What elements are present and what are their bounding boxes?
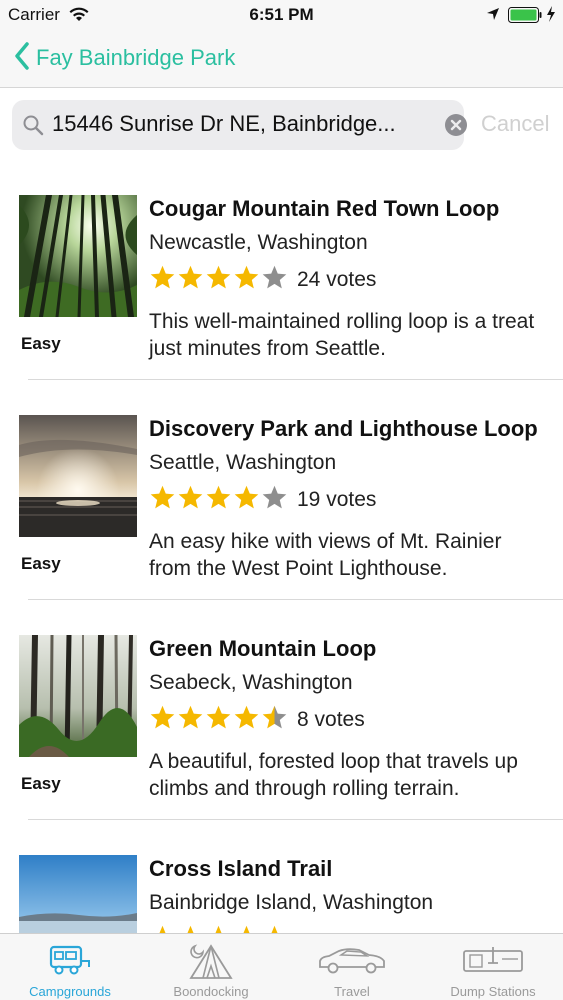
trail-title: Cross Island Trail [149,856,333,881]
trail-location: Bainbridge Island, Washington [149,891,434,914]
star-icon [205,484,233,516]
star-icon [177,264,205,296]
clock: 6:51 PM [249,5,314,24]
cancel-button[interactable]: Cancel [481,111,549,137]
star-icon [261,924,289,933]
trail-title: Green Mountain Loop [149,636,377,661]
status-bar: Carrier 6:51 PM [0,0,563,30]
rv-icon [0,940,140,980]
tab-boondocking[interactable]: Boondocking [141,934,281,1000]
difficulty-label: Easy [21,774,61,793]
star-icon [233,484,261,516]
car-icon [282,940,422,980]
star-icon [233,704,261,736]
search-icon [22,114,44,141]
tab-label: Campgrounds [29,984,111,999]
trail-row[interactable]: Easy Discovery Park and Lighthouse Loop … [0,380,563,600]
star-icon [149,484,177,516]
trail-thumbnail-sky-water [19,855,137,933]
trail-thumbnail-sunset [19,415,137,537]
trail-description: A beautiful, forested loop that travels … [149,750,518,800]
star-icon [177,484,205,516]
star-icon [261,484,289,516]
back-button-label: Fay Bainbridge Park [36,45,236,70]
vote-count: 24 votes [297,268,377,291]
tab-campgrounds[interactable]: Campgrounds [0,934,140,1000]
trail-thumbnail-misty-forest [19,635,137,757]
difficulty-label: Easy [21,554,61,573]
dump-station-icon [423,940,563,980]
vote-count: 19 votes [297,488,377,511]
trail-location: Seattle, Washington [149,451,337,474]
star-icon [149,264,177,296]
charging-icon [546,6,556,27]
battery-icon [508,7,542,28]
trail-location: Seabeck, Washington [149,671,353,694]
star-rating [149,924,297,933]
chevron-left-icon [14,41,30,75]
star-rating: 24 votes [149,264,376,296]
trail-row[interactable]: Easy Green Mountain Loop Seabeck, Washin… [0,600,563,820]
trail-list: Easy Cougar Mountain Red Town Loop Newca… [0,160,563,933]
star-icon [149,924,177,933]
star-icon [205,924,233,933]
tab-label: Boondocking [173,984,249,999]
star-icon [149,704,177,736]
star-icon [205,264,233,296]
star-icon [233,264,261,296]
tab-travel[interactable]: Travel [282,934,422,1000]
star-icon [177,704,205,736]
search-input[interactable]: 15446 Sunrise Dr NE, Bainbridge... [52,111,422,137]
back-button[interactable]: Fay Bainbridge Park [14,40,235,76]
trail-row[interactable]: Cross Island Trail Bainbridge Island, Wa… [0,820,563,933]
search-field[interactable]: 15446 Sunrise Dr NE, Bainbridge... [12,100,467,150]
clear-search-icon[interactable] [444,113,468,142]
tent-icon [141,940,281,980]
navigation-bar: Fay Bainbridge Park [0,30,563,88]
trail-title: Discovery Park and Lighthouse Loop [149,416,538,441]
tab-label: Travel [334,984,370,999]
vote-count: 8 votes [297,708,365,731]
search-row: 15446 Sunrise Dr NE, Bainbridge... Cance… [0,100,563,152]
star-icon [261,264,289,296]
trail-row[interactable]: Easy Cougar Mountain Red Town Loop Newca… [0,160,563,380]
trail-description: This well-maintained rolling loop is a t… [149,310,535,360]
tab-bar: Campgrounds Boondocking Travel Dump Stat… [0,933,563,1000]
star-rating: 8 votes [149,704,365,736]
difficulty-label: Easy [21,334,61,353]
star-rating: 19 votes [149,484,376,516]
tab-dump-stations[interactable]: Dump Stations [423,934,563,1000]
star-icon [261,704,289,736]
star-icon [233,924,261,933]
trail-thumbnail-forest [19,195,137,317]
trail-description: An easy hike with views of Mt. Rainier f… [149,530,502,580]
trail-location: Newcastle, Washington [149,231,368,254]
star-icon [205,704,233,736]
star-icon [177,924,205,933]
location-arrow-icon [486,7,500,26]
trail-title: Cougar Mountain Red Town Loop [149,196,500,221]
tab-label: Dump Stations [450,984,536,999]
